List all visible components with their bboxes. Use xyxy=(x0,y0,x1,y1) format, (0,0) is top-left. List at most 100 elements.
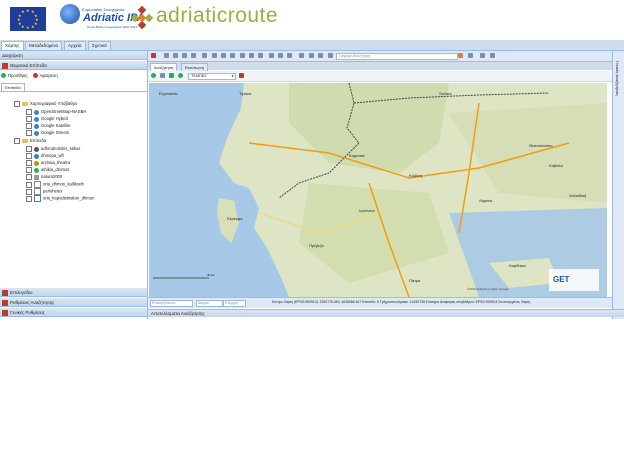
layer-checkbox[interactable] xyxy=(26,181,32,188)
layer-checkbox[interactable] xyxy=(26,167,32,173)
tree-item-layer[interactable]: adhrodromikis_stikus xyxy=(26,146,80,152)
nav-forward-icon[interactable] xyxy=(173,53,178,58)
tree-item-layer[interactable]: perioheies xyxy=(26,188,62,195)
go-icon[interactable] xyxy=(151,73,156,78)
export-icon[interactable] xyxy=(287,53,292,58)
add-layer-button[interactable]: Προσθήκη xyxy=(8,73,27,78)
folder-checkbox[interactable] xyxy=(14,101,20,107)
layer-radio[interactable] xyxy=(26,116,32,122)
layer-checkbox[interactable] xyxy=(26,146,32,152)
pan-down-icon[interactable] xyxy=(191,53,196,58)
layer-checkbox[interactable] xyxy=(26,195,32,202)
tree-item-layer[interactable]: oria_kapodistriakon_dhmon xyxy=(26,195,95,202)
tab-about[interactable]: Σχετικά xyxy=(88,41,111,50)
tab-metadata[interactable]: Μεταδεδομένα xyxy=(25,41,63,50)
request-input[interactable]: Αίτημα xyxy=(196,300,223,307)
search-results-panel[interactable]: Αποτελέσματα Αναζήτησης xyxy=(148,309,624,317)
base-layer-label: OpenStreetMap-NASBH xyxy=(41,109,87,115)
general-search-panel[interactable]: Γενικές Αναζητήσεις xyxy=(612,51,624,319)
legend-icon xyxy=(2,289,8,296)
ruler-icon[interactable] xyxy=(258,53,263,58)
base-folder-label: Χαρτογραφικό Υπόβαθρο xyxy=(30,101,78,107)
zoom-out-icon[interactable] xyxy=(221,53,226,58)
chevron-down-icon[interactable]: ▼ xyxy=(231,74,234,79)
management-header[interactable]: Διαχείριση xyxy=(0,51,147,60)
user-icon[interactable] xyxy=(458,53,463,58)
type-select[interactable]: Επιλογή τύπου xyxy=(150,300,193,307)
status-bar: Επιλογή τύπου Αίτημα Έλεγχος Κέντρο Χάρτ… xyxy=(148,297,612,308)
map-label: Τίρανα xyxy=(239,91,252,96)
tree-item-layer[interactable]: oria_dhmon_kallikrath xyxy=(26,181,84,188)
save-icon[interactable] xyxy=(490,53,495,58)
route-icon xyxy=(34,167,39,173)
zoom-extent-icon[interactable] xyxy=(240,53,245,58)
table-icon[interactable] xyxy=(169,73,174,78)
map-label: Πρέβεζα xyxy=(309,243,324,248)
query-icon[interactable] xyxy=(309,53,314,58)
info-icon[interactable] xyxy=(299,53,304,58)
map-label: Κέρκυρα xyxy=(227,216,243,221)
tab-layers[interactable]: Επίπεδα xyxy=(1,83,25,91)
tree-item-layer[interactable]: archaia_theatra xyxy=(26,160,70,166)
map-view[interactable]: GET Ελμπασάν Τίρανα Σκόπια Ιωάννινα Κέρκ… xyxy=(149,83,607,297)
tree-item-layer[interactable]: dhmopa_wfl xyxy=(26,153,64,159)
select-icon[interactable] xyxy=(202,53,207,58)
layer-radio[interactable] xyxy=(26,130,32,136)
layer-label: oria_kapodistriakon_dhmon xyxy=(43,195,95,201)
tree-item-base-layer[interactable]: OpenStreetMap-NASBH xyxy=(26,109,86,115)
tree-folder-layers[interactable]: Επίπεδα xyxy=(14,138,46,144)
layer-checkbox[interactable] xyxy=(26,188,32,195)
layer-checkbox[interactable] xyxy=(26,174,32,180)
polygon-icon xyxy=(34,181,41,188)
reset-icon[interactable] xyxy=(160,73,165,78)
google-icon xyxy=(34,123,39,129)
layer-radio[interactable] xyxy=(26,123,32,129)
tab-search[interactable]: Αναζήτηση xyxy=(150,63,178,71)
map-label: Ελμπασάν xyxy=(159,91,178,96)
tree-folder-base[interactable]: Χαρτογραφικό Υπόβαθρο xyxy=(14,101,77,107)
base-layer-label: Google Satellite xyxy=(41,123,71,129)
area-select[interactable]: ΤΕΜΠΕΣ ▼ xyxy=(188,73,236,80)
zoom-in-icon[interactable] xyxy=(212,53,217,58)
legend-header[interactable]: Επιλογόδιο xyxy=(0,288,147,297)
nav-back-icon[interactable] xyxy=(164,53,169,58)
flag-icon[interactable] xyxy=(151,53,156,58)
quick-search-input[interactable]: Γρήγορη Αναζήτηση xyxy=(336,53,458,60)
tree-item-base-layer[interactable]: Google Hybrid xyxy=(26,116,68,122)
clear-icon[interactable] xyxy=(239,73,244,78)
general-settings-header[interactable]: Γενικές Ρυθμίσεις xyxy=(0,308,147,317)
check-input[interactable]: Έλεγχος xyxy=(223,300,246,307)
print-icon[interactable] xyxy=(328,53,333,58)
get-logo: GET xyxy=(553,275,570,284)
tree-item-base-layer[interactable]: Google Satellite xyxy=(26,123,71,129)
tab-print[interactable]: Εκτύπωση xyxy=(181,63,208,71)
tree-item-base-layer[interactable]: Google Streets xyxy=(26,130,69,136)
map-toolbar: Γρήγορη Αναζήτηση xyxy=(148,51,612,62)
layer-icon[interactable] xyxy=(178,73,183,78)
gear-icon[interactable] xyxy=(468,53,473,58)
folder-icon xyxy=(22,139,28,143)
measure-icon[interactable] xyxy=(249,53,254,58)
layer-checkbox[interactable] xyxy=(26,153,32,159)
layer-checkbox[interactable] xyxy=(26,160,32,166)
edit-icon[interactable] xyxy=(318,53,323,58)
pan-up-icon[interactable] xyxy=(182,53,187,58)
tree-item-layer[interactable]: athikia_dromos xyxy=(26,167,69,173)
tree-item-layer[interactable]: natura2000 xyxy=(26,174,62,180)
thematic-layers-header[interactable]: Θεματικά Επίπεδα xyxy=(0,61,147,70)
remove-layer-button[interactable]: Αφαίρεση xyxy=(40,73,58,78)
table-icon[interactable] xyxy=(278,53,283,58)
map-canvas: GET xyxy=(149,83,607,297)
main-tabs: Χάρτης Μεταδεδομένα Αρχεία Σχετικά xyxy=(0,40,624,51)
tab-map[interactable]: Χάρτης xyxy=(1,41,24,50)
tab-files[interactable]: Αρχεία xyxy=(64,41,86,50)
layer-label: archaia_theatra xyxy=(41,160,71,166)
layer-radio[interactable] xyxy=(26,109,32,115)
search-settings-header[interactable]: Ρυθμίσεις Αναζήτησης xyxy=(0,298,147,307)
refresh-icon[interactable] xyxy=(480,53,485,58)
folder-checkbox[interactable] xyxy=(14,138,20,144)
grid-icon[interactable] xyxy=(269,53,274,58)
remove-icon xyxy=(32,73,38,79)
zoom-box-icon[interactable] xyxy=(230,53,235,58)
general-settings-title: Γενικές Ρυθμίσεις xyxy=(10,310,45,315)
